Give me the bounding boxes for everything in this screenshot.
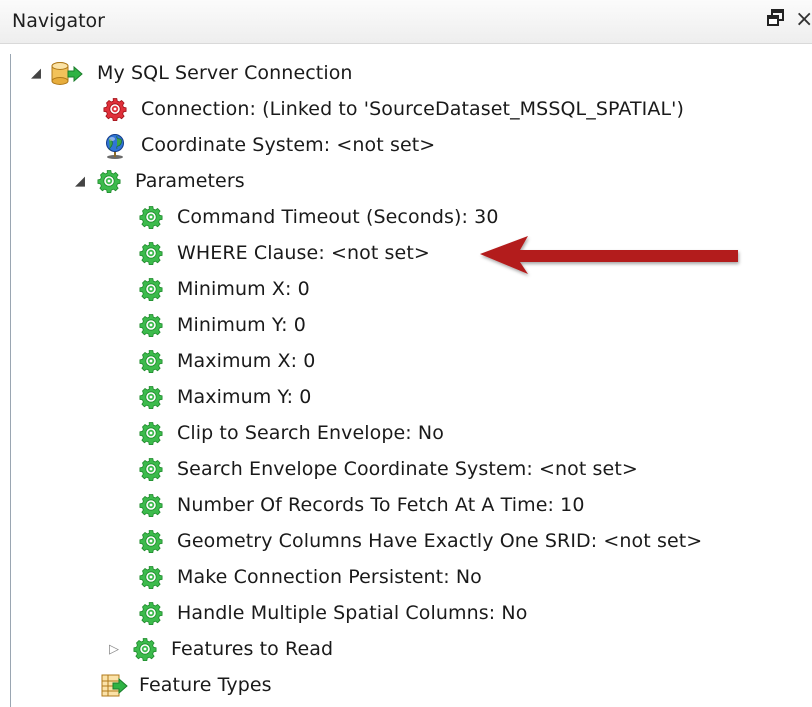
parameter-item[interactable]: Command Timeout (Seconds): 30 [139, 200, 499, 234]
connection-link-label: Connection: (Linked to 'SourceDataset_MS… [141, 98, 684, 120]
parameter-label: Command Timeout (Seconds): 30 [177, 206, 499, 228]
parameter-item[interactable]: Minimum Y: 0 [139, 308, 306, 342]
green-gear-icon [139, 349, 163, 373]
coordinate-system-label: Coordinate System: <not set> [141, 134, 436, 156]
parameter-label: Maximum Y: 0 [177, 386, 312, 408]
parameter-label: Make Connection Persistent: No [177, 566, 482, 588]
annotation-arrow [480, 236, 738, 274]
green-gear-icon [139, 205, 163, 229]
parameter-label: WHERE Clause: <not set> [177, 242, 430, 264]
parameter-item[interactable]: Maximum X: 0 [139, 344, 315, 378]
green-gear-icon [139, 529, 163, 553]
parameter-item[interactable]: Minimum X: 0 [139, 272, 310, 306]
navigator-titlebar: Navigator × [0, 0, 812, 44]
features-to-read-label: Features to Read [171, 638, 334, 660]
green-gear-icon [139, 421, 163, 445]
parameter-label: Minimum Y: 0 [177, 314, 306, 336]
connection-label: My SQL Server Connection [97, 62, 353, 84]
tree-node-feature-types[interactable]: Feature Types [101, 668, 272, 702]
feature-types-label: Feature Types [139, 674, 272, 696]
parameter-item[interactable]: Maximum Y: 0 [139, 380, 311, 414]
globe-icon [103, 133, 127, 159]
green-gear-icon [139, 493, 163, 517]
parameter-label: Minimum X: 0 [177, 278, 310, 300]
green-gear-icon [139, 601, 163, 625]
parameter-item[interactable]: Make Connection Persistent: No [139, 560, 482, 594]
green-gear-icon [139, 241, 163, 265]
tree-node-coordinate-system[interactable]: Coordinate System: <not set> [103, 128, 435, 162]
parameter-label: Search Envelope Coordinate System: <not … [177, 458, 638, 480]
parameter-item[interactable]: Handle Multiple Spatial Columns: No [139, 596, 527, 630]
database-connection-icon [51, 61, 83, 85]
tree-node-connection-link[interactable]: Connection: (Linked to 'SourceDataset_MS… [103, 92, 684, 126]
parameter-item[interactable]: Search Envelope Coordinate System: <not … [139, 452, 638, 486]
parameter-item[interactable]: Clip to Search Envelope: No [139, 416, 444, 450]
close-panel-button[interactable]: × [795, 8, 812, 32]
tree-node-connection[interactable]: ◢ My SQL Server Connection [31, 56, 353, 90]
green-gear-icon [139, 457, 163, 481]
parameter-label: Geometry Columns Have Exactly One SRID: … [177, 530, 703, 552]
float-window-button[interactable] [766, 8, 786, 28]
parameter-label: Maximum X: 0 [177, 350, 316, 372]
parameter-item[interactable]: Number Of Records To Fetch At A Time: 10 [139, 488, 585, 522]
parameter-item[interactable]: WHERE Clause: <not set> [139, 236, 430, 270]
feature-types-icon [101, 673, 128, 697]
expanded-triangle-icon[interactable]: ◢ [75, 174, 85, 189]
restore-icon [767, 9, 784, 26]
green-gear-icon [139, 313, 163, 337]
navigator-tree: ◢ My SQL Server Connection Connection: (… [10, 54, 812, 707]
panel-title: Navigator [12, 10, 105, 32]
green-gear-icon [97, 169, 121, 193]
navigator-panel: Navigator × ◢ My SQL Server Connection C… [0, 0, 812, 707]
parameter-label: Handle Multiple Spatial Columns: No [177, 602, 528, 624]
parameter-label: Clip to Search Envelope: No [177, 422, 444, 444]
expanded-triangle-icon[interactable]: ◢ [31, 66, 41, 81]
parameters-label: Parameters [135, 170, 245, 192]
green-gear-icon [139, 277, 163, 301]
parameter-item[interactable]: Geometry Columns Have Exactly One SRID: … [139, 524, 702, 558]
tree-node-features-to-read[interactable]: ▷ Features to Read [109, 632, 333, 666]
green-gear-icon [139, 565, 163, 589]
tree-node-parameters[interactable]: ◢ Parameters [75, 164, 245, 198]
parameter-label: Number Of Records To Fetch At A Time: 10 [177, 494, 585, 516]
green-gear-icon [139, 385, 163, 409]
collapsed-triangle-icon[interactable]: ▷ [109, 642, 119, 657]
green-gear-icon [133, 637, 157, 661]
red-gear-icon [103, 97, 127, 121]
